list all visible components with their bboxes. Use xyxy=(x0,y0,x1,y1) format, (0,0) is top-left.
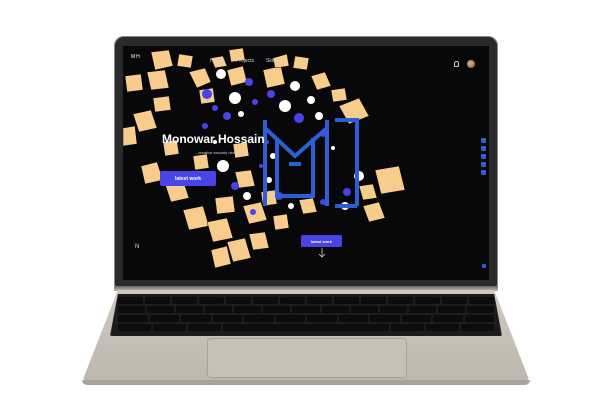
nav-link-home[interactable]: Home xyxy=(210,58,223,64)
trackpad xyxy=(207,338,407,378)
social-links xyxy=(481,138,486,175)
arrow-down-icon[interactable] xyxy=(318,248,326,258)
laptop-base-edge xyxy=(82,380,530,385)
corner-letter: N xyxy=(135,244,140,250)
top-navigation: MH Home Projects Skills xyxy=(123,46,489,68)
site-logo[interactable]: MH xyxy=(131,54,141,60)
hero-subtitle: ...creative security developer xyxy=(195,150,246,155)
latest-work-button-secondary[interactable]: latest work xyxy=(301,235,342,247)
avatar[interactable] xyxy=(467,60,475,68)
link-icon[interactable] xyxy=(481,170,486,175)
laptop-screen: MH Home Projects Skills Monowar Hossain … xyxy=(123,46,489,280)
github-icon[interactable] xyxy=(481,138,486,143)
bell-icon[interactable] xyxy=(454,61,459,67)
keyboard xyxy=(110,294,502,336)
linkedin-icon[interactable] xyxy=(481,146,486,151)
latest-work-button[interactable]: latest work xyxy=(160,171,216,186)
nav-link-skills[interactable]: Skills xyxy=(266,58,278,64)
twitter-icon[interactable] xyxy=(481,154,486,159)
scroll-indicator-icon[interactable] xyxy=(482,264,486,268)
nav-link-projects[interactable]: Projects xyxy=(236,58,254,64)
mail-icon[interactable] xyxy=(481,162,486,167)
hero-name: Monowar Hossain xyxy=(162,132,265,146)
